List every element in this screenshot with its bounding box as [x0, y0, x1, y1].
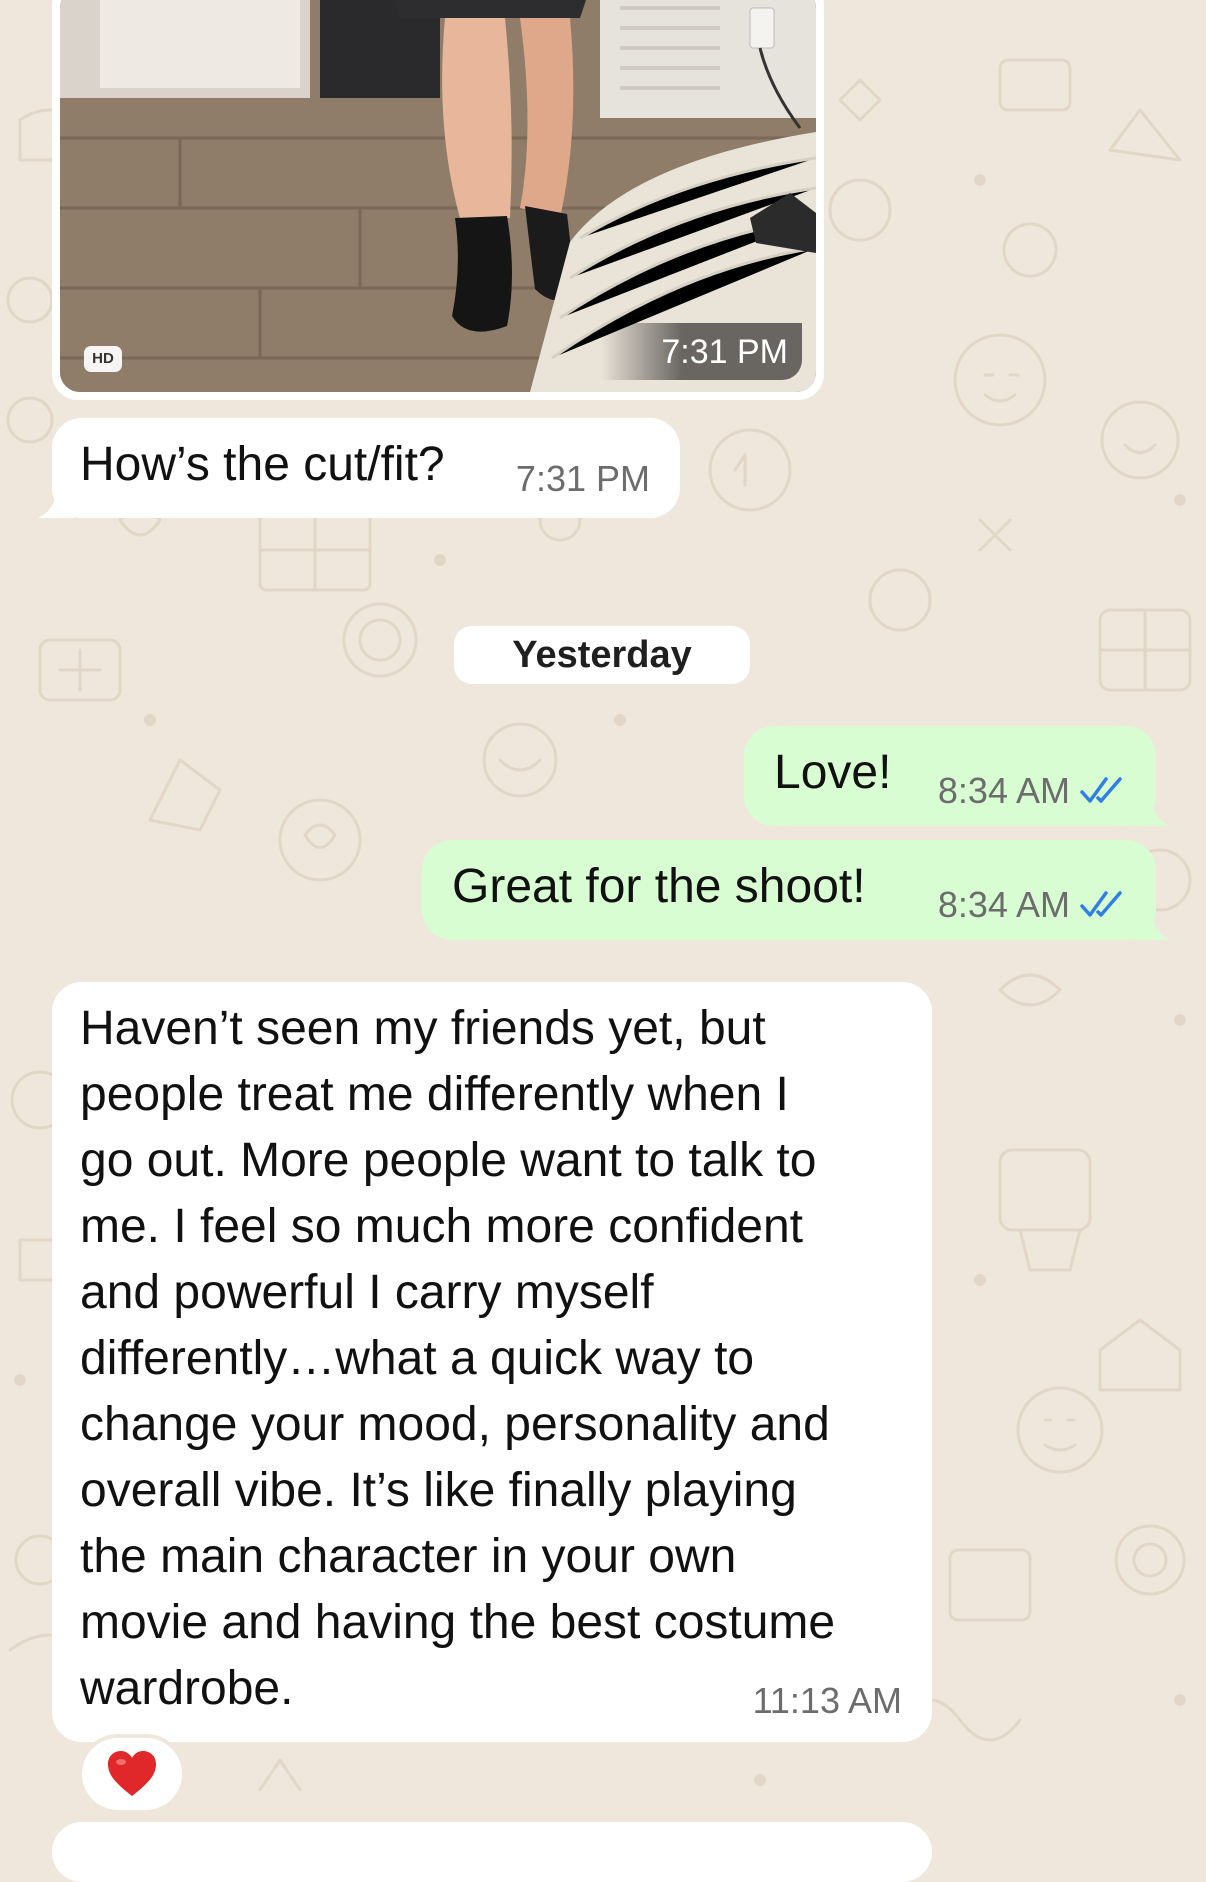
- message-line: go out. More people want to talk to: [80, 1134, 817, 1187]
- message-time: 11:13 AM: [752, 1680, 902, 1721]
- hd-badge: HD: [84, 346, 122, 372]
- bubble-tail: [1134, 910, 1170, 940]
- message-line: the main character in your own: [80, 1530, 737, 1583]
- message-line: me. I feel so much more confident: [80, 1200, 803, 1253]
- bubble-tail: [38, 488, 74, 518]
- message-line: change your mood, personality and: [80, 1398, 830, 1451]
- incoming-message-partial[interactable]: [52, 1822, 932, 1882]
- incoming-message[interactable]: Haven’t seen my friends yet, but people …: [52, 982, 932, 1742]
- double-check-read-icon: [1080, 777, 1122, 803]
- message-line: movie and having the best costume: [80, 1596, 836, 1649]
- message-meta: 8:34 AM: [938, 884, 1126, 926]
- message-line: differently…what a quick way to: [80, 1332, 755, 1385]
- message-meta: 7:31 PM: [516, 458, 650, 500]
- bubble-tail: [1134, 796, 1170, 826]
- message-time: 7:31 PM: [515, 458, 650, 499]
- message-line: and powerful I carry myself: [80, 1266, 654, 1319]
- date-separator: Yesterday: [454, 626, 750, 684]
- message-text: Great for the shoot!: [452, 860, 866, 913]
- message-text: Love!: [774, 746, 892, 799]
- incoming-message[interactable]: How’s the cut/fit? 7:31 PM: [38, 418, 680, 518]
- message-time: 8:34 AM: [937, 770, 1070, 811]
- message-line: Haven’t seen my friends yet, but: [80, 1002, 766, 1055]
- message-text: How’s the cut/fit?: [80, 438, 445, 491]
- message-line: overall vibe. It’s like finally playing: [80, 1464, 797, 1517]
- heart-icon: [108, 1751, 156, 1796]
- image-message[interactable]: HD 7:31 PM: [52, 0, 824, 400]
- message-time: 8:34 AM: [937, 884, 1070, 925]
- image-timestamp: 7:31 PM: [601, 323, 802, 380]
- outgoing-message[interactable]: Great for the shoot! 8:34 AM: [422, 840, 1170, 940]
- double-check-read-icon: [1080, 891, 1122, 917]
- message-meta: 8:34 AM: [938, 770, 1126, 812]
- message-reaction[interactable]: [82, 1738, 182, 1810]
- message-line: people treat me differently when I: [80, 1068, 789, 1121]
- outgoing-message[interactable]: Love! 8:34 AM: [744, 726, 1170, 826]
- message-meta: 11:13 AM: [753, 1680, 902, 1722]
- photo-thumbnail[interactable]: HD 7:31 PM: [60, 0, 816, 392]
